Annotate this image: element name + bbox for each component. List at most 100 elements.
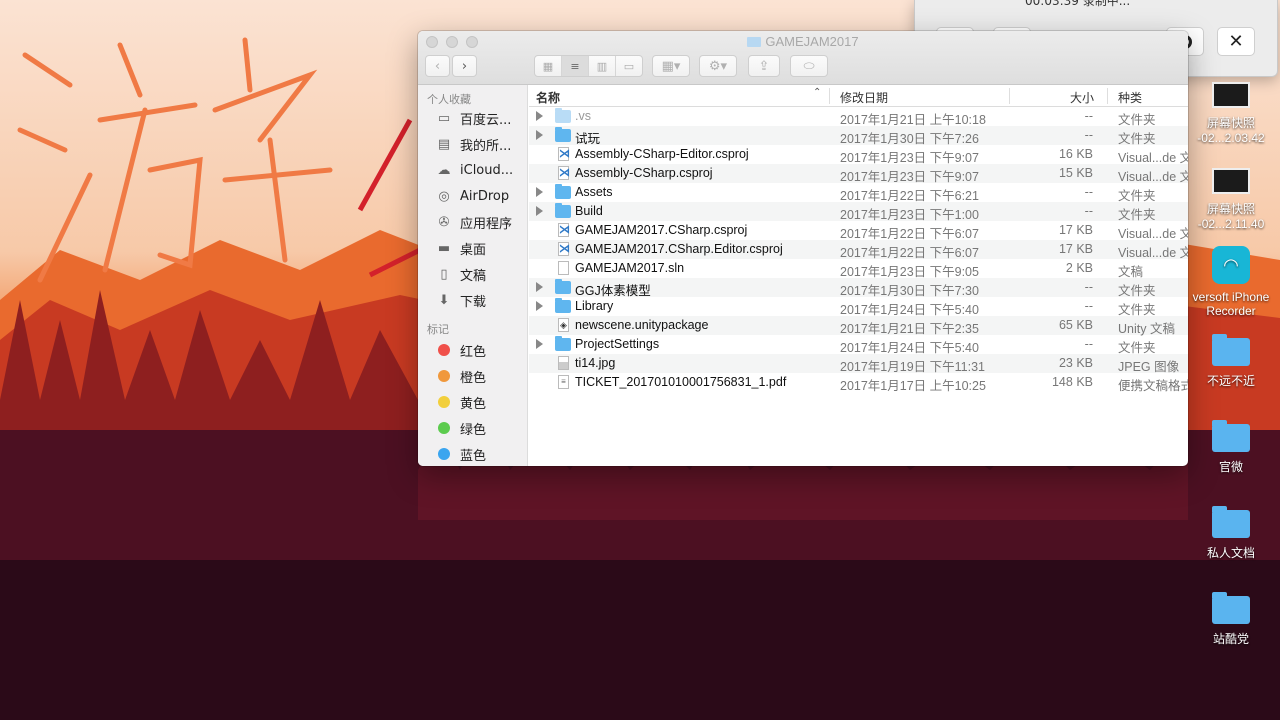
file-row[interactable]: ⋊ GAMEJAM2017.CSharp.Editor.csproj 2017年1月… [529,240,1188,260]
coverflow-view-button[interactable]: ▭ [616,56,642,76]
disclosure-triangle-icon[interactable] [536,206,543,216]
cloud-icon: ☁ [437,162,451,178]
tag-color-dot-icon [436,394,452,410]
file-row[interactable]: ProjectSettings 2017年1月24日 下午5:40 -- 文件夹 [529,335,1188,355]
file-size: -- [1084,299,1093,313]
finder-sidebar: 个人收藏 ▭ 百度云... ▤ 我的所... ☁ iCloud... ◎ AirDrop ✇ 应用… [418,85,528,466]
sidebar-tag-item[interactable]: 蓝色 [418,441,527,466]
column-header-date[interactable]: 修改日期 [840,89,888,106]
sidebar-item-label: AirDrop [460,188,510,204]
file-name: newscene.unitypackage [575,318,709,332]
file-size: -- [1084,204,1093,218]
file-name: GAMEJAM2017.CSharp.Editor.csproj [575,242,783,256]
chevron-left-icon: ‹ [434,58,441,74]
disclosure-triangle-icon[interactable] [536,187,543,197]
share-icon: ⇪ [758,58,770,74]
desktop-icon-item[interactable]: 私人文档 [1185,506,1277,561]
downloads-icon: ⬇ [438,292,450,308]
column-divider[interactable] [829,88,830,104]
desktop-icon: ▬ [437,240,451,256]
column-divider[interactable] [1107,88,1108,104]
sidebar-item[interactable]: ☁ iCloud... [418,157,527,183]
file-row[interactable]: ◈ newscene.unitypackage 2017年1月21日 下午2:35 6… [529,316,1188,336]
disclosure-triangle-icon[interactable] [536,111,543,121]
sidebar-item[interactable]: ▬ 桌面 [418,235,527,261]
tags-button[interactable]: ⬭ [790,55,828,77]
chevron-right-icon: › [461,58,468,74]
column-divider[interactable] [1009,88,1010,104]
sidebar-tag-item[interactable]: 黄色 [418,389,527,415]
sidebar-item[interactable]: ✇ 应用程序 [418,209,527,235]
view-mode-control: ▦ ≡ ▥ ▭ [534,55,643,77]
file-row[interactable]: ti14.jpg 2017年1月19日 下午11:31 23 KB JPEG 图像 [529,354,1188,374]
column-header-size[interactable]: 大小 [1070,89,1094,106]
visual-studio-file-icon: ⋊ [558,166,570,180]
sidebar-item[interactable]: ▯ 文稿 [418,261,527,287]
desktop-icon-label: 屏幕快照 [1206,116,1255,130]
file-row[interactable]: ⋊ Assembly-CSharp-Editor.csproj 2017年1月23日… [529,145,1188,165]
sidebar-tag-item[interactable]: 绿色 [418,415,527,441]
file-row[interactable]: 试玩 2017年1月30日 下午7:26 -- 文件夹 [529,126,1188,146]
icon-view-button[interactable]: ▦ [535,56,562,76]
file-size: -- [1084,337,1093,351]
file-row[interactable]: .vs 2017年1月21日 上午10:18 -- 文件夹 [529,107,1188,127]
sidebar-item-label: iCloud... [460,162,514,178]
finder-titlebar: GAMEJAM2017 ‹ › ▦ ≡ ▥ ▭ ▦▾ ⚙▾ ⇪ ⬭ [418,31,1188,85]
close-recorder-button[interactable]: ✕ [1217,27,1255,56]
file-row[interactable]: ⋊ Assembly-CSharp.csproj 2017年1月23日 下午9:07… [529,164,1188,184]
action-button[interactable]: ⚙▾ [699,55,737,77]
gear-icon: ⚙▾ [708,58,728,74]
list-view-button[interactable]: ≡ [562,56,589,76]
arrange-button[interactable]: ▦▾ [652,55,690,77]
arrange-icon: ▦▾ [661,58,681,74]
desktop-icon-item[interactable]: 屏幕快照 -02...2.03.42 [1185,82,1277,145]
folder-icon [747,37,762,47]
file-row[interactable]: Assets 2017年1月22日 下午6:21 -- 文件夹 [529,183,1188,203]
sidebar-item[interactable]: ⬇ 下载 [418,287,527,313]
folder-icon [555,203,571,218]
sidebar-item[interactable]: ◎ AirDrop [418,183,527,209]
file-name: Build [575,204,603,218]
disclosure-triangle-icon[interactable] [536,339,543,349]
file-size: -- [1084,185,1093,199]
sidebar-item[interactable]: ▤ 我的所... [418,131,527,157]
desktop-icon-sublabel: -02...2.03.42 [1197,131,1265,145]
file-row[interactable]: ≡ TICKET_20170101000175683​1_1.pdf 2017年1月… [529,373,1188,393]
sidebar-tag-item[interactable]: 红色 [418,337,527,363]
file-size: 148 KB [1051,375,1093,389]
disclosure-triangle-icon[interactable] [536,130,543,140]
desktop-icon-item[interactable]: 屏幕快照 -02...2.11.40 [1185,168,1277,231]
folder-icon [555,108,571,123]
file-row[interactable]: GAMEJAM2017.sln 2017年1月23日 下午9:05 2 KB 文稿 [529,259,1188,279]
sidebar-item[interactable]: ▭ 百度云... [418,105,527,131]
forward-button[interactable]: › [452,55,477,77]
file-row[interactable]: ⋊ GAMEJAM2017.CSharp.csproj 2017年1月22日 下午6… [529,221,1188,241]
file-name: Library [575,299,614,313]
disclosure-triangle-icon[interactable] [536,282,543,292]
favorites-header: 个人收藏 [427,93,471,106]
back-button[interactable]: ‹ [425,55,450,77]
column-header-name[interactable]: 名称 [536,89,560,106]
disclosure-triangle-icon[interactable] [536,301,543,311]
file-row[interactable]: Library 2017年1月24日 下午5:40 -- 文件夹 [529,297,1188,317]
folder-icon [1212,506,1250,538]
desktop-icon-item[interactable]: 官微 [1185,420,1277,475]
file-date: 2017年1月17日 上午10:25 [840,379,986,393]
folder-icon [555,336,571,351]
tag-color-dot-icon [436,342,452,358]
desktop-icon-item[interactable]: ◠ versoft iPhone Recorder [1185,246,1277,318]
folder-icon [555,184,571,199]
sidebar-tag-item[interactable]: 橙色 [418,363,527,389]
share-button[interactable]: ⇪ [748,55,780,77]
sidebar-item-label: 百度云... [460,112,512,128]
file-row[interactable]: Build 2017年1月23日 下午1:00 -- 文件夹 [529,202,1188,222]
desktop-icon-item[interactable]: 站酷党 [1185,592,1277,647]
file-row[interactable]: GGJ体素模型 2017年1月30日 下午7:30 -- 文件夹 [529,278,1188,298]
column-view-button[interactable]: ▥ [589,56,616,76]
column-header-kind[interactable]: 种类 [1118,89,1142,106]
desktop-icon-item[interactable]: 不远不近 [1185,334,1277,389]
applications-icon: ✇ [438,214,450,230]
file-name: Assets [575,185,613,199]
file-size: 15 KB [1058,166,1093,180]
desktop-icon-label: 站酷党 [1212,632,1249,646]
